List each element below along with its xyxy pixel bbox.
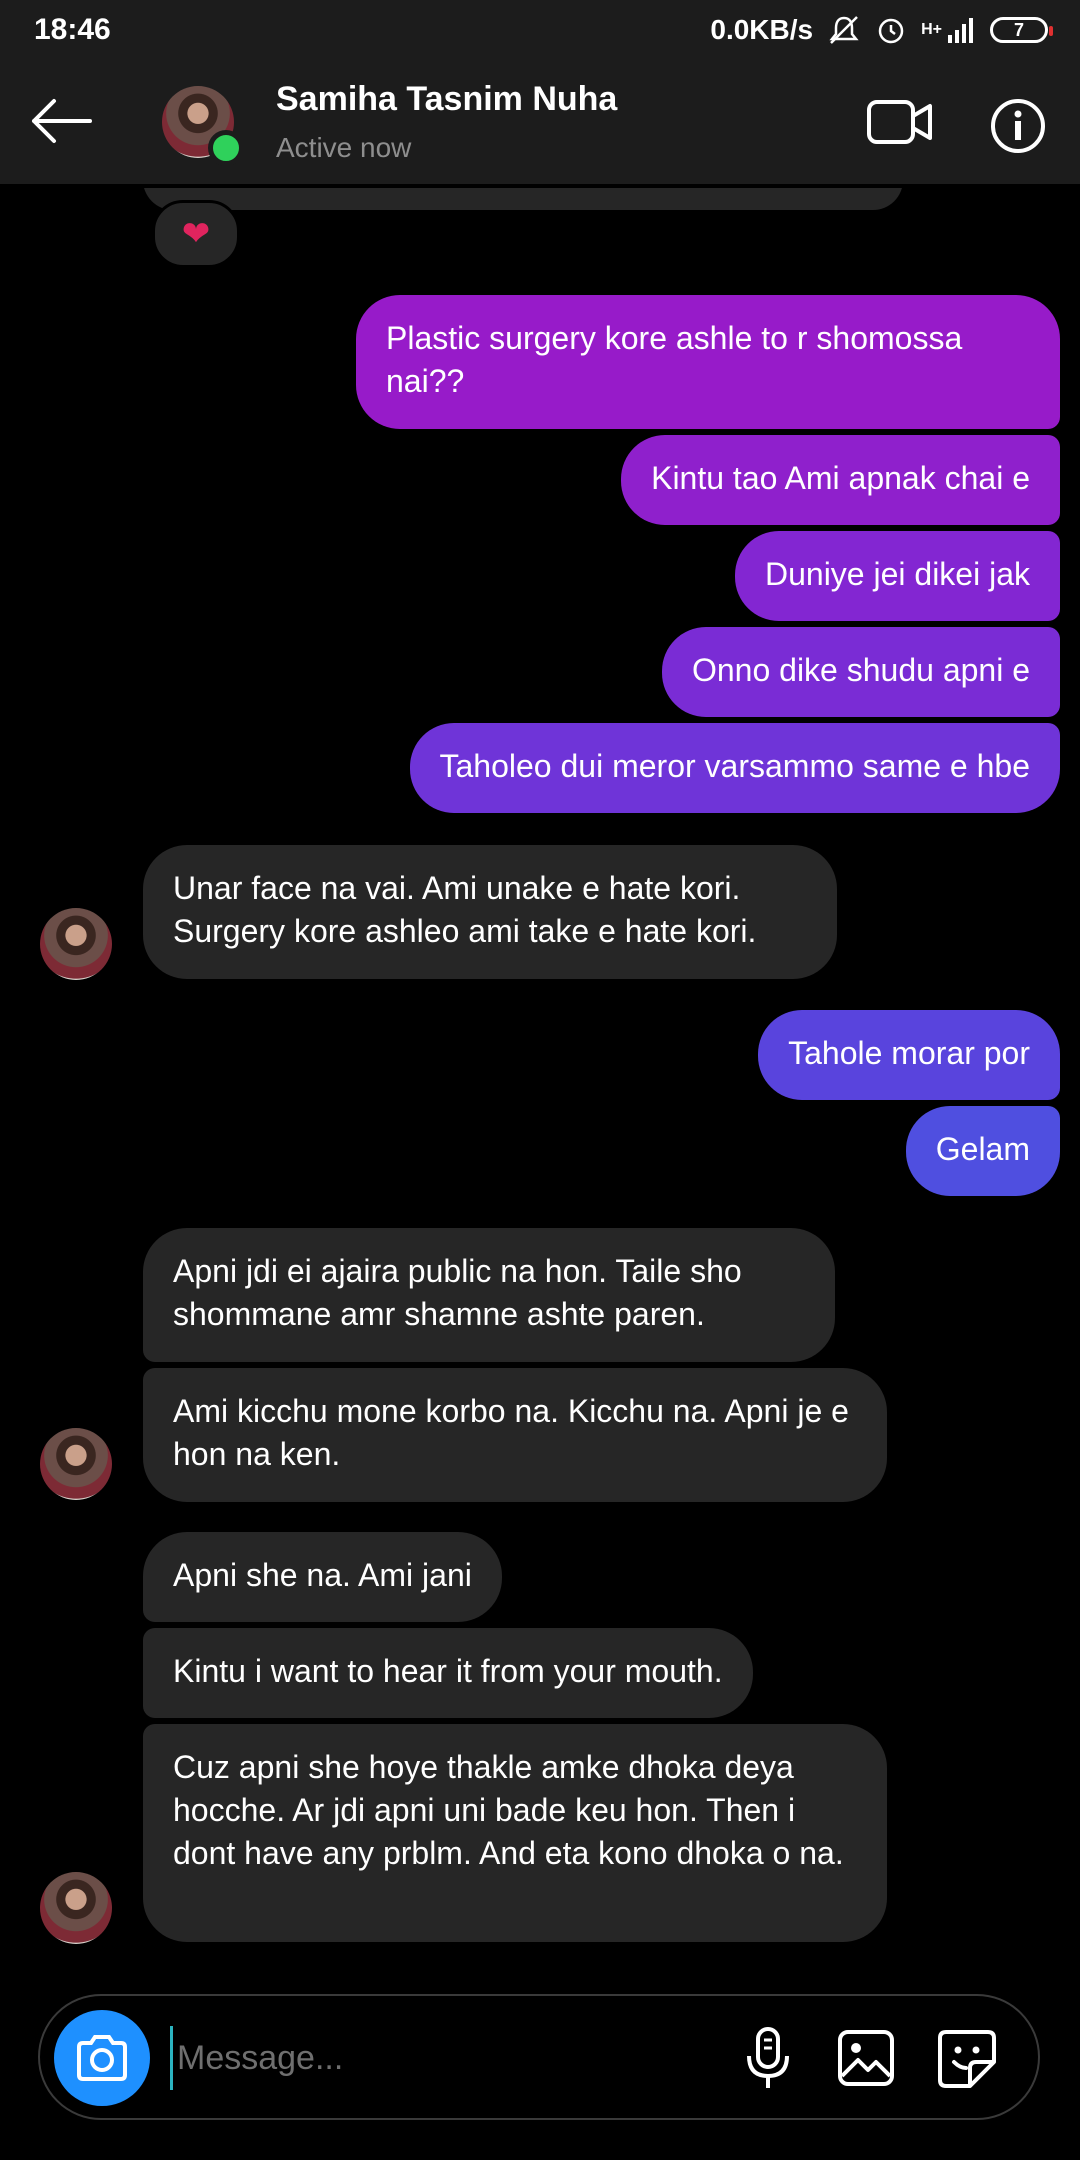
network-speed: 0.0KB/s: [710, 14, 814, 45]
sender-avatar[interactable]: [40, 1872, 112, 1944]
message-bubble-outgoing[interactable]: Onno dike shudu apni e: [661, 627, 1060, 717]
video-call-icon[interactable]: [866, 98, 934, 146]
battery-icon: 7: [990, 17, 1053, 43]
message-composer: [38, 1994, 1040, 2120]
status-time: 18:46: [34, 13, 111, 46]
camera-icon: [77, 2035, 127, 2081]
heart-reaction[interactable]: ❤: [152, 200, 240, 268]
status-icons: 0.0KB/s H+ 7: [710, 14, 1053, 46]
network-type: H+: [921, 21, 942, 38]
message-bubble-incoming[interactable]: Unar face na vai. Ami unake e hate kori.…: [143, 845, 837, 979]
info-icon[interactable]: [990, 98, 1046, 154]
status-bar: 18:46 0.0KB/s H+ 7: [0, 0, 1080, 60]
back-arrow-icon[interactable]: [28, 96, 94, 146]
message-bubble-incoming[interactable]: Ami kicchu mone korbo na. Kicchu na. Apn…: [143, 1368, 887, 1502]
message-bubble-outgoing[interactable]: Plastic surgery kore ashle to r shomossa…: [356, 295, 1060, 429]
heart-icon: ❤: [181, 215, 211, 253]
signal-icon: [948, 18, 973, 43]
message-bubble-incoming[interactable]: Kintu i want to hear it from your mouth.: [143, 1628, 753, 1718]
mute-icon: [829, 16, 859, 44]
alarm-icon: [878, 18, 904, 44]
contact-name[interactable]: Samiha Tasnim Nuha: [276, 80, 617, 119]
active-status: Active now: [276, 132, 412, 163]
sender-avatar[interactable]: [40, 908, 112, 980]
chat-header: Samiha Tasnim Nuha Active now: [0, 60, 1080, 184]
message-bubble-outgoing[interactable]: Tahole morar por: [758, 1010, 1060, 1100]
message-bubble-outgoing[interactable]: Gelam: [905, 1106, 1060, 1196]
microphone-icon[interactable]: [740, 2026, 796, 2092]
contact-avatar[interactable]: [162, 86, 244, 166]
message-bubble-incoming[interactable]: Apni she na. Ami jani: [143, 1532, 502, 1622]
message-bubble-outgoing[interactable]: Kintu tao Ami apnak chai e: [621, 435, 1060, 525]
gallery-icon[interactable]: [836, 2028, 896, 2088]
message-bubble-incoming[interactable]: Cuz apni she hoye thakle amke dhoka deya…: [143, 1724, 887, 1942]
battery-level: 7: [1013, 19, 1024, 40]
camera-button[interactable]: [54, 2010, 150, 2106]
message-bubble-outgoing[interactable]: Taholeo dui meror varsammo same e hbe: [409, 723, 1060, 813]
online-indicator: [208, 130, 244, 166]
sender-avatar[interactable]: [40, 1428, 112, 1500]
message-input[interactable]: [170, 2026, 739, 2090]
sticker-icon[interactable]: [936, 2028, 998, 2090]
message-bubble-incoming[interactable]: Apni jdi ei ajaira public na hon. Taile …: [143, 1228, 835, 1362]
message-bubble-outgoing[interactable]: Duniye jei dikei jak: [734, 531, 1060, 621]
